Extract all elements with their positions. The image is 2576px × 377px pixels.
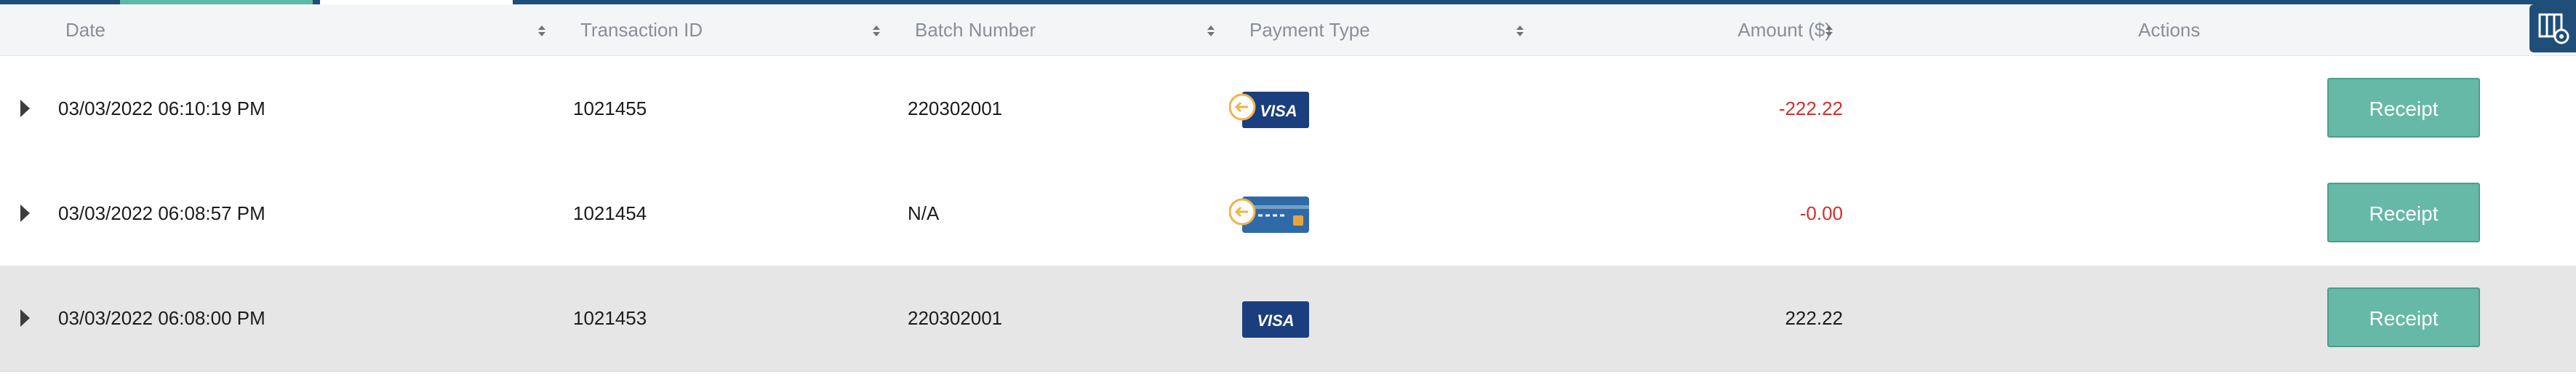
expand-row-icon[interactable] bbox=[20, 205, 30, 222]
card-refund-icon bbox=[1228, 194, 1316, 236]
column-header-actions: Actions bbox=[2138, 19, 2201, 41]
visa-refund-icon: VISA bbox=[1228, 89, 1316, 131]
column-header-transaction-id[interactable]: Transaction ID bbox=[580, 4, 703, 55]
receipt-button[interactable]: Receipt bbox=[2327, 183, 2480, 242]
cell-amount: -222.22 bbox=[1778, 98, 1843, 119]
expand-row-icon[interactable] bbox=[20, 100, 30, 117]
svg-text:VISA: VISA bbox=[1257, 311, 1294, 330]
column-header-batch-number[interactable]: Batch Number bbox=[915, 4, 1036, 55]
column-header-amount[interactable]: Amount ($) bbox=[1737, 4, 1831, 55]
cell-transaction-id: 1021453 bbox=[573, 307, 647, 329]
sort-icon[interactable] bbox=[1207, 25, 1215, 37]
svg-text:VISA: VISA bbox=[1260, 102, 1297, 120]
cell-amount: 222.22 bbox=[1785, 307, 1843, 329]
sort-icon[interactable] bbox=[538, 25, 545, 37]
cell-date: 03/03/2022 06:08:57 PM bbox=[58, 202, 265, 224]
table-header: Date Transaction ID Batch Number Payment… bbox=[0, 4, 2576, 56]
cell-transaction-id: 1021455 bbox=[573, 98, 647, 119]
table-row[interactable]: 03/03/2022 06:08:00 PM 1021453 220302001… bbox=[0, 266, 2576, 372]
cell-date: 03/03/2022 06:10:19 PM bbox=[58, 98, 265, 119]
table-row[interactable]: 03/03/2022 06:10:19 PM 1021455 220302001… bbox=[0, 56, 2576, 162]
column-header-payment-type[interactable]: Payment Type bbox=[1249, 4, 1370, 55]
column-header-date[interactable]: Date bbox=[65, 4, 105, 55]
table-row[interactable]: 03/03/2022 06:08:57 PM 1021454 N/A -0.00… bbox=[0, 161, 2576, 267]
receipt-button[interactable]: Receipt bbox=[2327, 78, 2480, 138]
cell-date: 03/03/2022 06:08:00 PM bbox=[58, 307, 265, 329]
column-settings-icon[interactable] bbox=[2529, 4, 2576, 52]
cell-batch-number: 220302001 bbox=[908, 307, 1003, 329]
cell-amount: -0.00 bbox=[1799, 202, 1843, 224]
expand-row-icon[interactable] bbox=[20, 309, 30, 327]
receipt-button[interactable]: Receipt bbox=[2327, 287, 2480, 347]
sort-icon[interactable] bbox=[873, 25, 880, 37]
visa-icon: VISA bbox=[1229, 298, 1316, 341]
cell-batch-number: 220302001 bbox=[908, 98, 1003, 119]
cell-batch-number: N/A bbox=[908, 202, 940, 224]
sort-icon[interactable] bbox=[1516, 25, 1524, 37]
cell-transaction-id: 1021454 bbox=[573, 202, 647, 224]
sort-icon[interactable] bbox=[1825, 25, 1833, 37]
